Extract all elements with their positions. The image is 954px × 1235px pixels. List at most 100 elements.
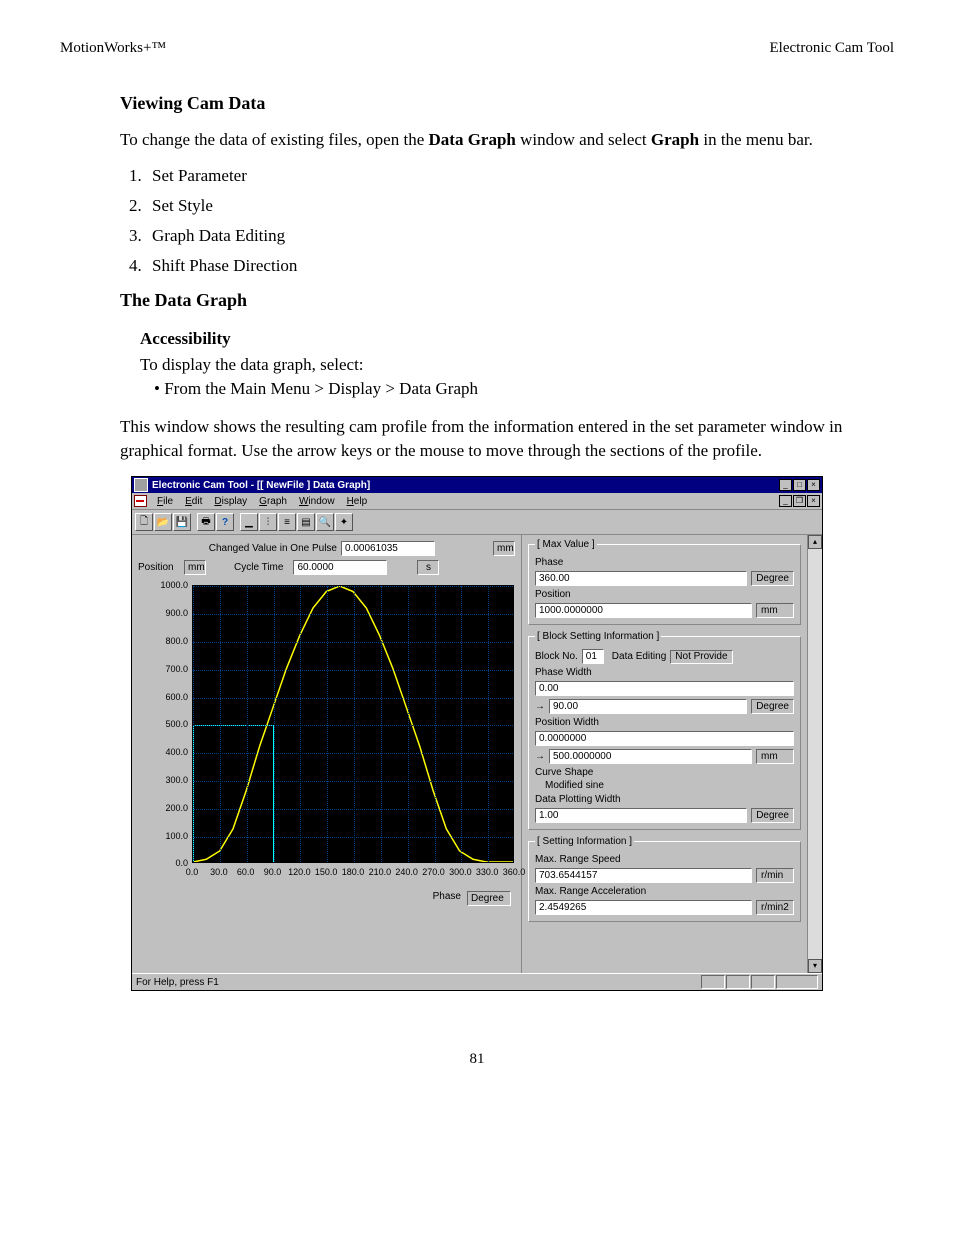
max-phase-unit: Degree	[751, 571, 794, 586]
doc-header-left: MotionWorks+™	[60, 40, 166, 57]
access-line: To display the data graph, select:	[140, 355, 874, 375]
tool-graph3-icon[interactable]: ≡	[278, 513, 296, 531]
menu-file[interactable]: File	[151, 496, 179, 507]
x-tick-label: 120.0	[288, 867, 311, 877]
maximize-button[interactable]: □	[793, 479, 806, 491]
x-tick-label: 180.0	[342, 867, 365, 877]
page-number: 81	[60, 1051, 894, 1068]
child-close-button[interactable]: ×	[807, 495, 820, 507]
block-setting-legend: [ Block Setting Information ]	[535, 631, 661, 642]
max-phase-label: Phase	[535, 557, 563, 568]
heading-accessibility: Accessibility	[140, 329, 874, 349]
changed-value-unit: mm	[493, 541, 515, 556]
position-width-from[interactable]: 0.0000000	[535, 731, 794, 746]
block-no-value[interactable]: 01	[582, 649, 604, 664]
list-item: Shift Phase Direction	[146, 256, 874, 276]
position-width-to[interactable]: 500.0000000	[549, 749, 752, 764]
intro-paragraph: To change the data of existing files, op…	[120, 128, 874, 152]
x-tick-label: 300.0	[449, 867, 472, 877]
new-file-icon[interactable]: 🗋	[135, 513, 153, 531]
document-icon[interactable]	[134, 495, 147, 507]
zoom-icon[interactable]: 🔍	[316, 513, 334, 531]
phase-width-from[interactable]: 0.00	[535, 681, 794, 696]
x-tick-label: 240.0	[395, 867, 418, 877]
max-position-label: Position	[535, 589, 571, 600]
phase-width-to[interactable]: 90.00	[549, 699, 747, 714]
intro-bold-datagraph: Data Graph	[429, 130, 516, 149]
y-tick-label: 300.0	[165, 775, 188, 785]
position-width-label: Position Width	[535, 717, 599, 728]
data-editing-value: Not Provide	[670, 650, 732, 664]
tool-graph2-icon[interactable]: ⫶	[259, 513, 277, 531]
graph-panel: Changed Value in One Pulse 0.00061035 mm…	[132, 535, 522, 973]
toolbar: 🗋 📂 💾 🖶 ? ▁ ⫶ ≡ ▤ 🔍 ✦	[132, 510, 822, 535]
y-tick-label: 1000.0	[160, 580, 188, 590]
cycle-time-field[interactable]: 60.0000	[293, 560, 387, 575]
max-position-value[interactable]: 1000.0000000	[535, 603, 752, 618]
changed-value-field[interactable]: 0.00061035	[341, 541, 435, 556]
max-accel-unit: r/min2	[756, 900, 794, 915]
phase-width-unit: Degree	[751, 699, 794, 714]
status-cell	[776, 975, 818, 989]
app-icon	[134, 478, 148, 492]
scroll-up-icon[interactable]: ▴	[808, 535, 822, 549]
setting-info-legend: [ Setting Information ]	[535, 836, 634, 847]
minimize-button[interactable]: _	[779, 479, 792, 491]
info-panel: [ Max Value ] Phase 360.00 Degree Positi…	[522, 535, 807, 973]
menu-help[interactable]: Help	[341, 496, 374, 507]
title-bar[interactable]: Electronic Cam Tool - [[ NewFile ] Data …	[132, 477, 822, 493]
x-tick-label: 150.0	[315, 867, 338, 877]
x-tick-label: 90.0	[264, 867, 282, 877]
window-description-paragraph: This window shows the resulting cam prof…	[120, 415, 874, 463]
child-minimize-button[interactable]: _	[779, 495, 792, 507]
y-tick-label: 500.0	[165, 719, 188, 729]
max-value-legend: [ Max Value ]	[535, 539, 597, 550]
scroll-down-icon[interactable]: ▾	[808, 959, 822, 973]
max-phase-value[interactable]: 360.00	[535, 571, 747, 586]
y-tick-label: 600.0	[165, 692, 188, 702]
child-restore-button[interactable]: ❐	[793, 495, 806, 507]
close-button[interactable]: ×	[807, 479, 820, 491]
save-file-icon[interactable]: 💾	[173, 513, 191, 531]
y-tick-label: 200.0	[165, 803, 188, 813]
plot-area[interactable]	[192, 585, 514, 863]
max-speed-value[interactable]: 703.6544157	[535, 868, 752, 883]
status-bar: For Help, press F1	[132, 973, 822, 990]
open-file-icon[interactable]: 📂	[154, 513, 172, 531]
intro-bold-graph: Graph	[651, 130, 699, 149]
list-item: Set Parameter	[146, 166, 874, 186]
data-plot-width-unit: Degree	[751, 808, 794, 823]
intro-text-e: in the menu bar.	[699, 130, 813, 149]
tool-graph4-icon[interactable]: ▤	[297, 513, 315, 531]
data-editing-label: Data Editing	[612, 651, 666, 662]
position-width-unit: mm	[756, 749, 794, 764]
menu-window[interactable]: Window	[293, 496, 341, 507]
phase-width-label: Phase Width	[535, 667, 592, 678]
chart-area[interactable]: 0.0100.0200.0300.0400.0500.0600.0700.080…	[138, 579, 514, 889]
max-position-unit: mm	[756, 603, 794, 618]
vertical-scrollbar[interactable]: ▴ ▾	[807, 535, 822, 973]
menu-display[interactable]: Display	[208, 496, 253, 507]
access-bullet: • From the Main Menu > Display > Data Gr…	[154, 379, 874, 399]
max-accel-value[interactable]: 2.4549265	[535, 900, 752, 915]
position-axis-label: Position	[138, 562, 180, 573]
menu-edit[interactable]: Edit	[179, 496, 208, 507]
help-icon[interactable]: ?	[216, 513, 234, 531]
menu-graph[interactable]: Graph	[253, 496, 293, 507]
x-tick-label: 210.0	[369, 867, 392, 877]
block-setting-group: [ Block Setting Information ] Block No. …	[528, 631, 801, 830]
menu-bar: File Edit Display Graph Window Help _ ❐ …	[132, 493, 822, 510]
y-tick-label: 700.0	[165, 664, 188, 674]
print-icon[interactable]: 🖶	[197, 513, 215, 531]
list-item: Graph Data Editing	[146, 226, 874, 246]
data-plot-width-value[interactable]: 1.00	[535, 808, 747, 823]
changed-value-label: Changed Value in One Pulse	[209, 543, 337, 554]
tool-target-icon[interactable]: ✦	[335, 513, 353, 531]
setting-info-group: [ Setting Information ] Max. Range Speed…	[528, 836, 801, 922]
cycle-time-label: Cycle Time	[234, 562, 283, 573]
status-cell	[701, 975, 725, 989]
x-tick-label: 60.0	[237, 867, 255, 877]
tool-graph1-icon[interactable]: ▁	[240, 513, 258, 531]
list-item: Set Style	[146, 196, 874, 216]
status-cell	[751, 975, 775, 989]
